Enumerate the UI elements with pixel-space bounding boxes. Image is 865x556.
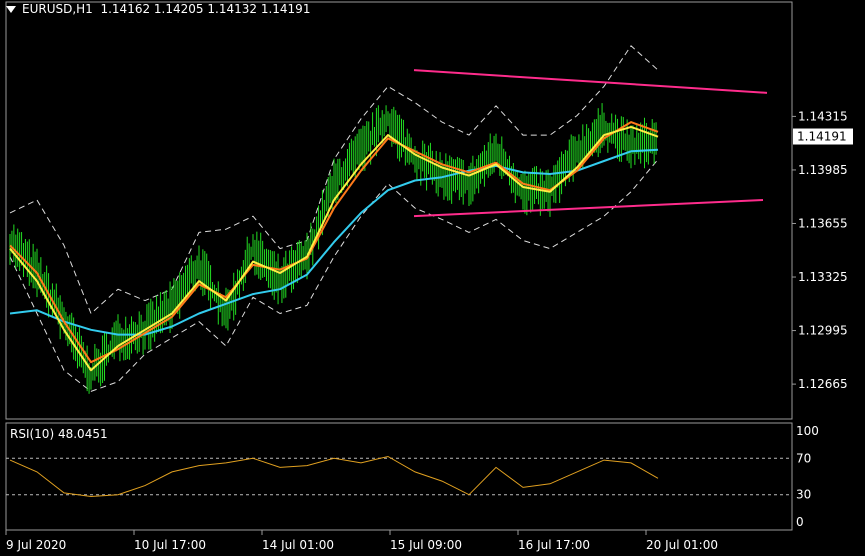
time-tick-label: 9 Jul 2020 <box>6 538 66 552</box>
price-tick-label: 1.13655 <box>798 216 848 230</box>
rsi-tick-label: 100 <box>796 424 819 438</box>
close-value: 1.14191 <box>260 2 311 16</box>
dropdown-triangle-icon[interactable] <box>6 6 16 13</box>
rsi-panel: 100 70 30 0 <box>6 424 819 529</box>
rsi-label: RSI(10) <box>10 427 55 441</box>
price-tick-label: 1.13325 <box>798 270 848 284</box>
price-tick-label: 1.12665 <box>798 377 848 391</box>
time-tick-label: 14 Jul 01:00 <box>262 538 334 552</box>
chart-canvas: 1.14315 1.13985 1.13655 1.13325 1.12995 1.126… <box>5 1 853 552</box>
bollinger-bands <box>9 45 659 392</box>
time-tick-label: 10 Jul 17:00 <box>134 538 206 552</box>
time-tick-label: 20 Jul 01:00 <box>646 538 718 552</box>
rsi-tick-label: 30 <box>796 488 811 502</box>
main-plot-frame <box>5 1 793 531</box>
time-axis: 9 Jul 2020 10 Jul 17:00 14 Jul 01:00 15 Jul… <box>5 530 718 552</box>
price-candles <box>9 103 657 394</box>
price-tick-label: 1.12995 <box>798 324 848 338</box>
rsi-plot-border <box>5 422 793 531</box>
rsi-header: RSI(10) 48.0451 <box>10 427 108 441</box>
open-value: 1.14162 <box>100 2 151 16</box>
time-tick-label: 16 Jul 17:00 <box>518 538 590 552</box>
rsi-tick-label: 0 <box>796 515 804 529</box>
price-tick-label: 1.13985 <box>798 163 848 177</box>
symbol-label: EURUSD,H1 <box>22 2 93 16</box>
current-price-label: 1.14191 <box>797 130 847 144</box>
rsi-line <box>9 455 659 498</box>
chart-header: EURUSD,H1 1.14162 1.14205 1.14132 1.1419… <box>6 2 310 16</box>
time-tick-label: 15 Jul 09:00 <box>390 538 462 552</box>
low-value: 1.14132 <box>207 2 257 16</box>
rsi-tick-label: 70 <box>796 451 811 465</box>
trendline-upper <box>413 69 768 94</box>
high-value: 1.14205 <box>153 2 204 16</box>
price-tick-label: 1.14315 <box>798 109 848 123</box>
rsi-value: 48.0451 <box>57 427 108 441</box>
price-axis: 1.14315 1.13985 1.13655 1.13325 1.12995 1.126… <box>792 109 853 391</box>
trendline-lower <box>413 198 764 218</box>
